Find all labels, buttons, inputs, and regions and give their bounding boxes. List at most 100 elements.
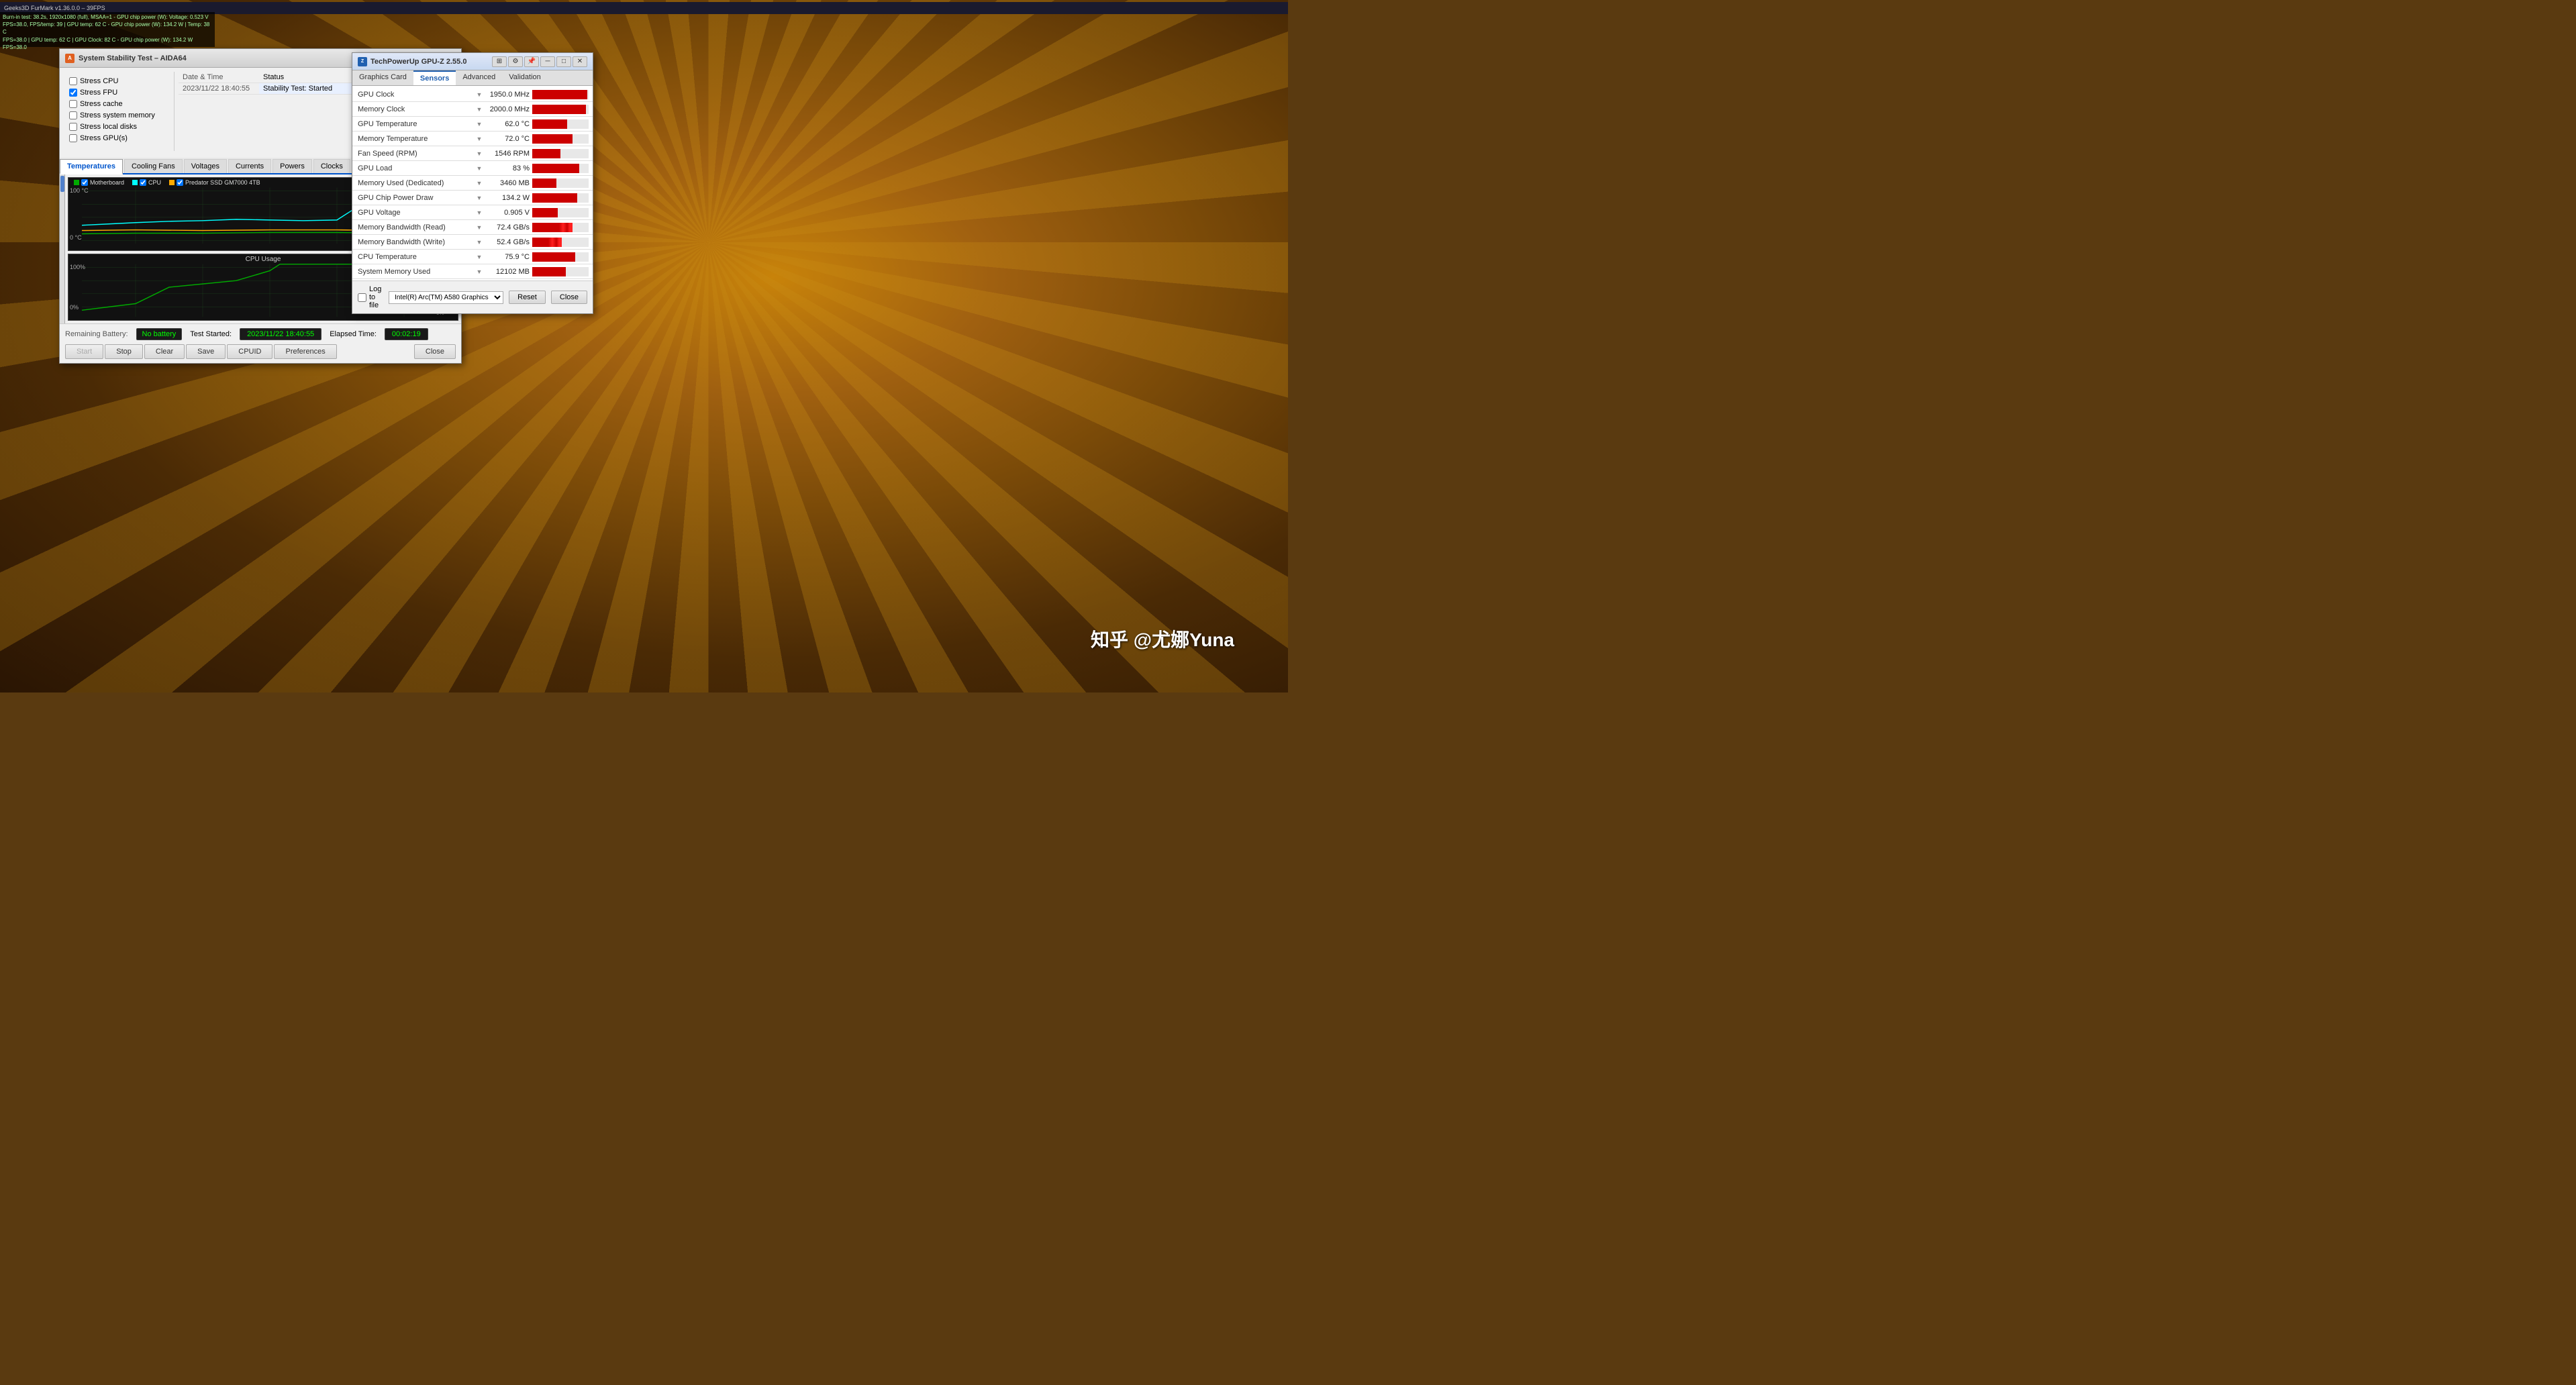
preferences-button[interactable]: Preferences bbox=[274, 344, 336, 359]
aida-scrollbar[interactable] bbox=[60, 174, 65, 323]
stress-fpu-checkbox[interactable] bbox=[69, 89, 77, 97]
close-button[interactable]: Close bbox=[414, 344, 456, 359]
gpuz-sensor-val-11: 75.9 °C bbox=[485, 253, 532, 261]
gpuz-sensor-val-1: 2000.0 MHz bbox=[485, 105, 532, 113]
legend-motherboard-check[interactable] bbox=[81, 179, 88, 186]
gpuz-extra-btn2[interactable]: ⚙ bbox=[508, 56, 523, 67]
gpuz-minimize-button[interactable]: ─ bbox=[540, 56, 555, 67]
gpuz-close-button[interactable]: Close bbox=[551, 291, 587, 304]
cpu-ymin: 0% bbox=[70, 304, 79, 311]
gpuz-maximize-button[interactable]: □ bbox=[556, 56, 571, 67]
furmark-log-line3: FPS=38.0 | GPU temp: 62 C | GPU Clock: 8… bbox=[3, 36, 212, 44]
battery-value: No battery bbox=[136, 328, 183, 340]
stress-cpu-checkbox[interactable] bbox=[69, 77, 77, 85]
clear-button[interactable]: Clear bbox=[144, 344, 185, 359]
scrollbar-thumb[interactable] bbox=[60, 176, 64, 192]
gpuz-sensor-arrow-12[interactable]: ▼ bbox=[473, 268, 485, 275]
gpuz-sensor-row: Fan Speed (RPM) ▼ 1546 RPM bbox=[352, 146, 593, 161]
gpuz-window-title: TechPowerUp GPU-Z 2.55.0 bbox=[370, 58, 466, 66]
gpuz-tab-validation[interactable]: Validation bbox=[502, 70, 548, 85]
gpuz-sensor-bar-4 bbox=[532, 149, 560, 158]
stress-sysmem-label: Stress system memory bbox=[80, 111, 155, 119]
gpuz-reset-button[interactable]: Reset bbox=[509, 291, 546, 304]
gpuz-sensor-arrow-9[interactable]: ▼ bbox=[473, 224, 485, 231]
legend-ssd: Predator SSD GM7000 4TB bbox=[169, 179, 260, 186]
stress-gpu-item: Stress GPU(s) bbox=[69, 134, 168, 142]
gpuz-sensor-row: CPU Temperature ▼ 75.9 °C bbox=[352, 250, 593, 264]
gpuz-sensor-bar-6 bbox=[532, 178, 556, 188]
gpuz-sensor-val-8: 0.905 V bbox=[485, 209, 532, 217]
tab-voltages[interactable]: Voltages bbox=[184, 159, 227, 173]
gpuz-sensor-arrow-7[interactable]: ▼ bbox=[473, 195, 485, 201]
gpuz-sensor-bar-wrap-12 bbox=[532, 267, 589, 276]
gpuz-sensor-bar-9 bbox=[532, 223, 573, 232]
gpuz-sensor-name-6: Memory Used (Dedicated) bbox=[352, 179, 473, 187]
gpuz-sensor-bar-7 bbox=[532, 193, 577, 203]
gpuz-sensor-bar-12 bbox=[532, 267, 566, 276]
gpuz-sensor-arrow-6[interactable]: ▼ bbox=[473, 180, 485, 187]
tab-temperatures[interactable]: Temperatures bbox=[60, 159, 123, 174]
gpuz-sensor-arrow-3[interactable]: ▼ bbox=[473, 136, 485, 142]
stress-cache-checkbox[interactable] bbox=[69, 100, 77, 108]
gpuz-win-controls: ⊞ ⚙ 📌 ─ □ ✕ bbox=[492, 56, 587, 67]
gpuz-sensor-val-0: 1950.0 MHz bbox=[485, 91, 532, 99]
gpuz-sensor-arrow-2[interactable]: ▼ bbox=[473, 121, 485, 127]
gpuz-sensor-row: GPU Chip Power Draw ▼ 134.2 W bbox=[352, 191, 593, 205]
furmark-log: Burn-in test: 38.2s, 1920x1080 (full), M… bbox=[0, 12, 215, 47]
tab-powers[interactable]: Powers bbox=[273, 159, 312, 173]
gpuz-sensor-bar-wrap-9 bbox=[532, 223, 589, 232]
stress-gpu-label: Stress GPU(s) bbox=[80, 134, 128, 142]
stress-disks-label: Stress local disks bbox=[80, 123, 137, 131]
cpuid-button[interactable]: CPUID bbox=[227, 344, 273, 359]
gpuz-sensor-arrow-1[interactable]: ▼ bbox=[473, 106, 485, 113]
battery-row: Remaining Battery: No battery Test Start… bbox=[65, 328, 456, 340]
start-button[interactable]: Start bbox=[65, 344, 103, 359]
stress-gpu-checkbox[interactable] bbox=[69, 134, 77, 142]
gpuz-tab-sensors[interactable]: Sensors bbox=[413, 70, 456, 85]
gpuz-sensor-bar-wrap-0 bbox=[532, 90, 589, 99]
gpuz-sensor-row: GPU Clock ▼ 1950.0 MHz bbox=[352, 87, 593, 102]
tab-clocks[interactable]: Clocks bbox=[313, 159, 350, 173]
elapsed-value: 00:02:19 bbox=[385, 328, 428, 340]
gpuz-sensor-name-9: Memory Bandwidth (Read) bbox=[352, 223, 473, 232]
gpuz-close-x-button[interactable]: ✕ bbox=[573, 56, 587, 67]
stress-sysmem-item: Stress system memory bbox=[69, 111, 168, 119]
gpuz-sensor-row: GPU Load ▼ 83 % bbox=[352, 161, 593, 176]
gpuz-sensor-arrow-11[interactable]: ▼ bbox=[473, 254, 485, 260]
gpuz-sensor-bar-5 bbox=[532, 164, 579, 173]
gpuz-sensor-arrow-4[interactable]: ▼ bbox=[473, 150, 485, 157]
legend-cpu-check[interactable] bbox=[140, 179, 146, 186]
gpuz-sensor-arrow-10[interactable]: ▼ bbox=[473, 239, 485, 246]
save-button[interactable]: Save bbox=[186, 344, 226, 359]
gpuz-sensor-arrow-0[interactable]: ▼ bbox=[473, 91, 485, 98]
gpuz-log-checkbox[interactable] bbox=[358, 293, 366, 302]
stress-disks-item: Stress local disks bbox=[69, 123, 168, 131]
stress-disks-checkbox[interactable] bbox=[69, 123, 77, 131]
gpuz-sensor-name-1: Memory Clock bbox=[352, 105, 473, 113]
gpuz-sensor-bar-wrap-8 bbox=[532, 208, 589, 217]
gpuz-extra-btn1[interactable]: ⊞ bbox=[492, 56, 507, 67]
gpuz-tab-advanced[interactable]: Advanced bbox=[456, 70, 502, 85]
gpuz-sensor-name-5: GPU Load bbox=[352, 164, 473, 172]
stress-cache-label: Stress cache bbox=[80, 100, 123, 108]
gpuz-sensor-arrow-8[interactable]: ▼ bbox=[473, 209, 485, 216]
legend-ssd-check[interactable] bbox=[177, 179, 183, 186]
gpuz-sensor-bar-10 bbox=[532, 238, 562, 247]
gpuz-sensor-name-0: GPU Clock bbox=[352, 91, 473, 99]
date-label: Date & Time bbox=[179, 72, 259, 83]
gpuz-sensor-arrow-5[interactable]: ▼ bbox=[473, 165, 485, 172]
gpuz-tab-graphics-card[interactable]: Graphics Card bbox=[352, 70, 413, 85]
gpuz-sensor-row: Memory Bandwidth (Read) ▼ 72.4 GB/s bbox=[352, 220, 593, 235]
gpuz-pin-btn[interactable]: 📌 bbox=[524, 56, 539, 67]
stress-sysmem-checkbox[interactable] bbox=[69, 111, 77, 119]
cpu-ymax: 100% bbox=[70, 264, 85, 270]
tab-cooling-fans[interactable]: Cooling Fans bbox=[124, 159, 183, 173]
gpuz-sensor-bar-3 bbox=[532, 134, 573, 144]
stop-button[interactable]: Stop bbox=[105, 344, 143, 359]
stress-fpu-item: Stress FPU bbox=[69, 89, 168, 97]
legend-motherboard: Motherboard bbox=[74, 179, 124, 186]
tab-currents[interactable]: Currents bbox=[228, 159, 271, 173]
gpuz-window: Z TechPowerUp GPU-Z 2.55.0 ⊞ ⚙ 📌 ─ □ ✕ G… bbox=[352, 52, 593, 314]
gpuz-gpu-selector[interactable]: Intel(R) Arc(TM) A580 Graphics bbox=[389, 291, 503, 304]
gpuz-sensor-val-5: 83 % bbox=[485, 164, 532, 172]
